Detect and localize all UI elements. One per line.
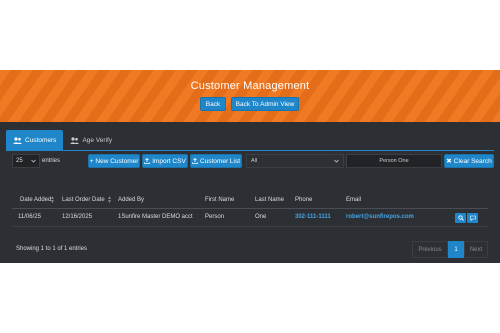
chevron-down-icon <box>31 159 36 163</box>
table-header: Date Added ▲ ▼ Last Order Date ▲ ▼ Added B… <box>12 193 488 209</box>
view-customer-button[interactable] <box>455 213 466 223</box>
table-row: 11/06/25 12/16/2025 1Sunfire Master DEMO… <box>12 209 488 227</box>
customer-list-button[interactable]: Customer List <box>190 154 242 168</box>
sort-icon: ▲ ▼ <box>107 195 112 205</box>
tab-customers[interactable]: Customers <box>6 130 64 150</box>
pagination: Previous 1 Next <box>412 241 488 258</box>
col-email[interactable]: Email <box>346 197 361 203</box>
previous-page-button[interactable]: Previous <box>412 241 448 258</box>
import-csv-button[interactable]: Import CSV <box>142 154 188 168</box>
page-size-select[interactable]: 25 <box>12 154 40 168</box>
cell-last-order-date: 12/16/2025 <box>62 214 93 220</box>
filter-value: All <box>251 158 258 164</box>
tab-age-verify[interactable]: Age Verify <box>63 130 119 150</box>
import-csv-label: Import CSV <box>152 157 186 165</box>
new-customer-label: New Customer <box>95 157 139 165</box>
message-customer-button[interactable] <box>467 213 478 223</box>
cell-last-name: One <box>255 214 267 220</box>
cell-email[interactable]: robert@sunfirepos.com <box>346 214 414 220</box>
page-size-value: 25 <box>16 158 23 164</box>
next-page-button[interactable]: Next <box>464 241 488 258</box>
col-first-name[interactable]: First Name <box>205 197 234 203</box>
cell-first-name: Person <box>205 214 225 220</box>
page-1-button[interactable]: 1 <box>448 241 464 258</box>
back-to-admin-button[interactable]: Back To Admin View <box>231 97 299 111</box>
entries-label: entries <box>42 158 61 164</box>
page: Customer Management Back Back To Admin V… <box>0 0 500 333</box>
toolbar: 25 entries + New Customer Import CSV Cus… <box>6 154 494 168</box>
plus-icon: + <box>89 157 94 165</box>
search-icon <box>457 215 464 221</box>
search-input[interactable]: Person One <box>346 154 442 168</box>
users-icon <box>13 136 22 144</box>
customers-table: Date Added ▲ ▼ Last Order Date ▲ ▼ Added B… <box>12 193 488 227</box>
chat-icon <box>469 215 476 221</box>
cell-phone[interactable]: 302-111-1111 <box>295 214 331 220</box>
header-banner: Customer Management Back Back To Admin V… <box>0 70 500 122</box>
filter-select[interactable]: All <box>246 154 344 168</box>
col-date-added[interactable]: Date Added <box>20 197 51 203</box>
page-title: Customer Management <box>190 80 310 92</box>
users-icon <box>70 136 80 144</box>
entries-info: Showing 1 to 1 of 1 entries <box>16 246 88 252</box>
col-added-by[interactable]: Added By <box>118 197 144 203</box>
clear-search-button[interactable]: ✖ Clear Search <box>444 154 494 168</box>
chevron-down-icon <box>334 159 339 163</box>
app-screen: Customer Management Back Back To Admin V… <box>0 70 500 263</box>
col-last-name[interactable]: Last Name <box>255 197 284 203</box>
new-customer-button[interactable]: + New Customer <box>88 154 140 168</box>
sort-icon: ▲ ▼ <box>50 195 55 205</box>
upload-icon <box>192 158 198 164</box>
cell-date-added: 11/06/25 <box>18 214 41 220</box>
col-phone[interactable]: Phone <box>295 197 312 203</box>
tab-customers-label: Customers <box>25 136 57 144</box>
clear-search-label: Clear Search <box>453 157 492 165</box>
tab-divider <box>6 150 494 151</box>
customer-list-label: Customer List <box>199 157 241 165</box>
upload-icon <box>144 158 151 164</box>
tab-age-verify-label: Age Verify <box>82 136 113 144</box>
col-last-order-date[interactable]: Last Order Date <box>62 197 105 203</box>
tab-bar: Customers Age Verify <box>6 130 119 150</box>
back-button[interactable]: Back <box>200 97 226 111</box>
close-icon: ✖ <box>446 158 452 165</box>
cell-added-by: 1Sunfire Master DEMO acct <box>118 214 193 220</box>
